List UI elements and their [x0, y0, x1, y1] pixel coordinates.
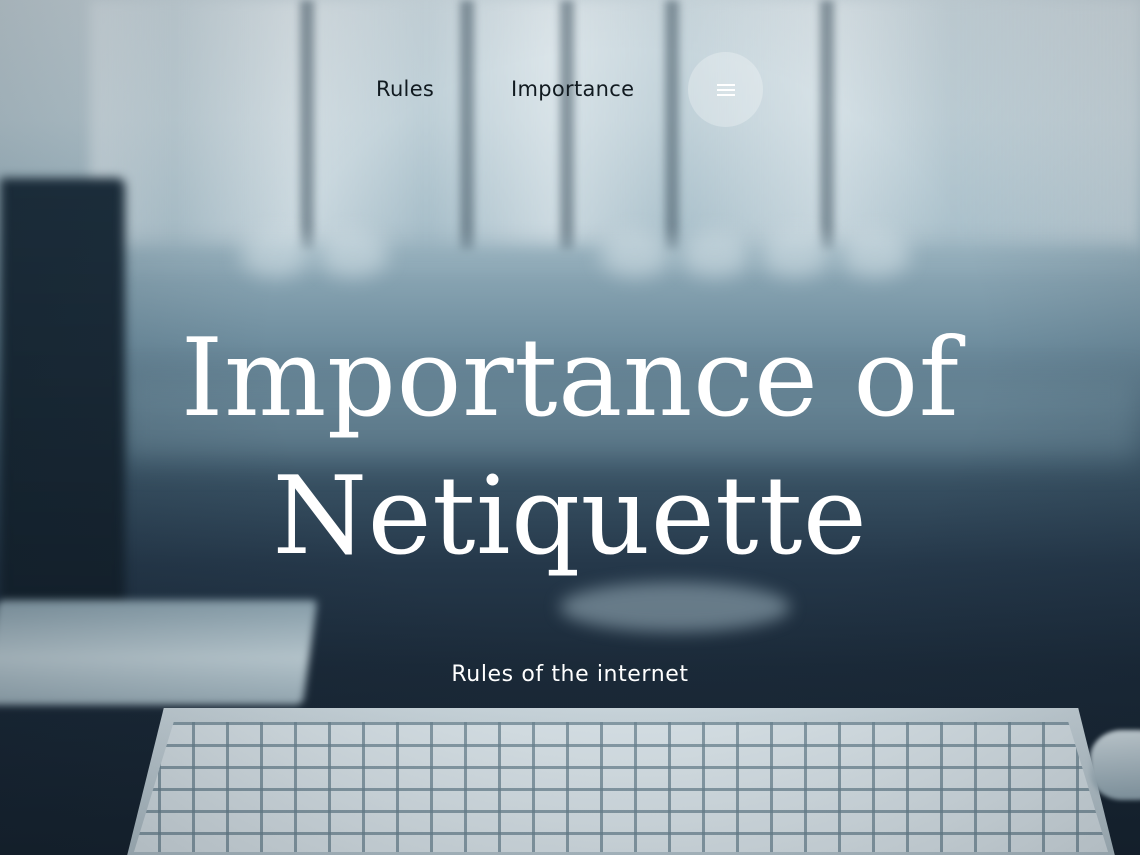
- page-subtitle: Rules of the internet: [451, 662, 689, 687]
- nav-link-rules[interactable]: Rules: [376, 77, 434, 101]
- menu-button[interactable]: [688, 52, 763, 127]
- nav-link-importance[interactable]: Importance: [511, 77, 634, 101]
- hamburger-menu-icon: [716, 83, 735, 97]
- page-title: Importance of Netiquette: [180, 316, 960, 579]
- top-navigation: Rules Importance: [0, 52, 1140, 128]
